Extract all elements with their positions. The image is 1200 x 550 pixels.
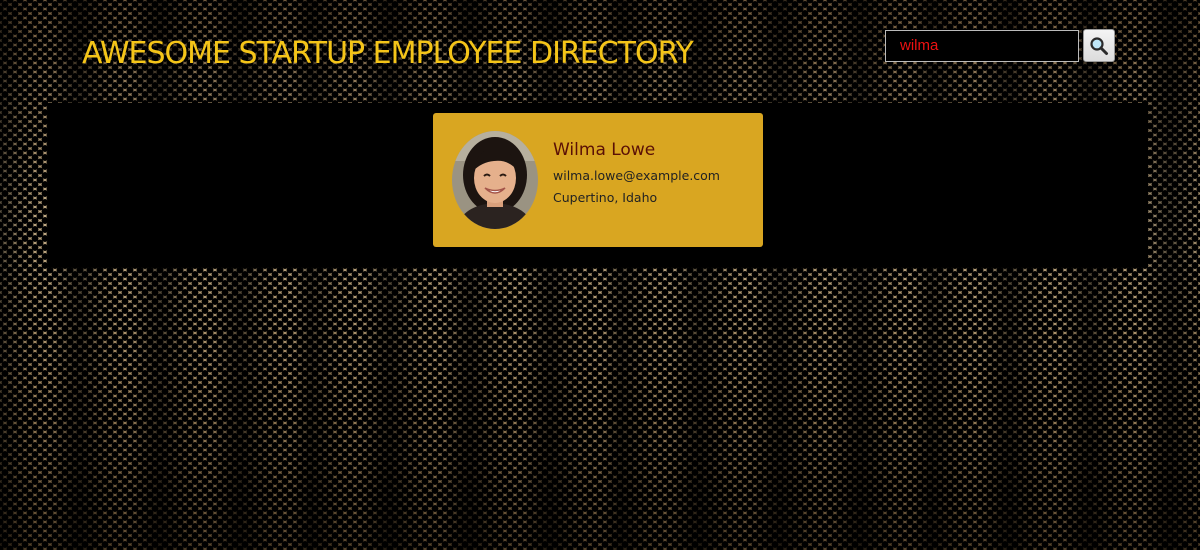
employee-photo	[452, 131, 538, 229]
avatar	[452, 131, 538, 229]
search-input[interactable]	[885, 29, 1079, 62]
page-title: AWESOME STARTUP EMPLOYEE DIRECTORY	[82, 36, 694, 71]
employee-location: Cupertino, Idaho	[553, 190, 658, 205]
magnifying-glass-icon	[1090, 36, 1108, 55]
employee-gallery: Wilma Lowe wilma.lowe@example.com Cupert…	[48, 103, 1148, 267]
employee-info: Wilma Lowe wilma.lowe@example.com Cupert…	[553, 140, 720, 212]
employee-card[interactable]: Wilma Lowe wilma.lowe@example.com Cupert…	[433, 113, 763, 247]
search-button[interactable]	[1083, 29, 1115, 62]
employee-email: wilma.lowe@example.com	[553, 168, 720, 183]
employee-name: Wilma Lowe	[553, 140, 656, 160]
search-form	[885, 29, 1115, 62]
